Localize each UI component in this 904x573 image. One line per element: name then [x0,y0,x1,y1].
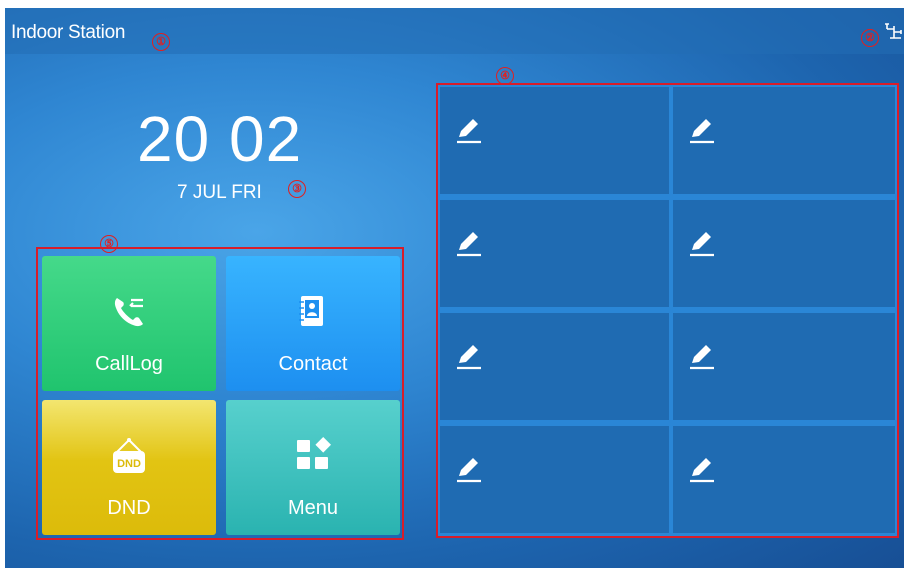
menu-label: Menu [287,497,339,519]
clock-time: 20 02 [137,103,303,175]
dnd-label: DND [107,497,151,519]
menu-grid-icon [297,437,331,469]
network-icon [885,23,902,39]
speed-dial-slot[interactable] [440,200,669,307]
speed-dial-slot[interactable] [440,87,669,194]
speed-dial-slot[interactable] [673,200,895,307]
svg-text:DND: DND [117,458,141,470]
callout-3: ③ [288,180,306,198]
edit-pencil-icon [690,232,714,257]
contact-tile[interactable]: Contact [226,256,400,391]
contact-label: Contact [278,353,348,375]
speed-dial-slot[interactable] [673,313,895,420]
top-bar: Indoor Station [5,8,904,54]
edit-pencil-icon [690,119,714,144]
menu-tile[interactable]: Menu [226,400,400,535]
edit-pencil-icon [457,458,481,483]
clock-date: 7 JUL FRI [177,182,262,203]
call-log-icon [114,298,143,327]
speed-dial-slot[interactable] [673,87,895,194]
edit-pencil-icon [690,458,714,483]
dnd-sign-icon: DND [113,438,145,473]
callout-2: ② [861,29,879,47]
calllog-label: CallLog [95,353,163,375]
calllog-tile[interactable]: CallLog [42,256,216,391]
edit-pencil-icon [690,345,714,370]
callout-1: ① [152,33,170,51]
edit-pencil-icon [457,345,481,370]
contact-book-icon [299,296,323,326]
app-title: Indoor Station [11,22,126,43]
speed-dial-slot[interactable] [673,426,895,533]
speed-dial-slot[interactable] [440,426,669,533]
dnd-tile[interactable]: DND DND [42,400,216,535]
edit-pencil-icon [457,119,481,144]
edit-pencil-icon [457,232,481,257]
speed-dial-slot[interactable] [440,313,669,420]
